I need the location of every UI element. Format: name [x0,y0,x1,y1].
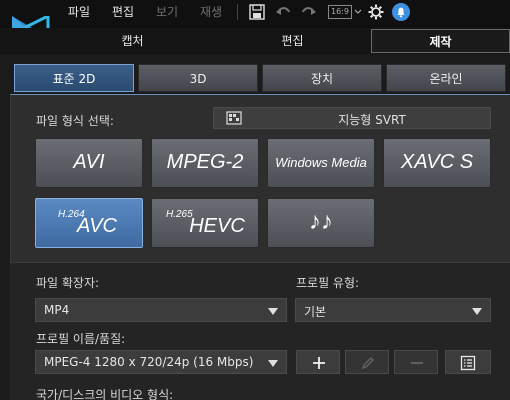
format-audio-button[interactable]: ♪♪ [267,198,375,248]
profile-details-button[interactable] [445,350,491,374]
chevron-down-icon [268,360,278,367]
profile-type-value: 기본 [304,305,327,319]
notification-bell-icon[interactable] [392,3,410,21]
chevron-down-icon [472,308,482,315]
menu-edit[interactable]: 편집 [112,3,134,20]
produce-sub-tabs: 표준 2D 3D 장치 온라인 [0,60,510,94]
pencil-icon [361,357,374,370]
tab-3d[interactable]: 3D [138,64,258,92]
music-notes-icon: ♪♪ [309,208,333,235]
intelligent-svrt-button[interactable]: 지능형 SVRT [213,107,491,129]
format-label: Windows Media [275,155,367,170]
tab-capture[interactable]: 캡처 [60,29,205,53]
tab-standard-2d[interactable]: 표준 2D [14,64,134,92]
tab-device[interactable]: 장치 [262,64,382,92]
aspect-ratio-icon[interactable]: 16:9 [328,5,352,19]
profile-name-label: 프로필 이름/품질: [36,332,126,346]
format-windows-media-button[interactable]: Windows Media [267,138,375,188]
format-label: HEVC [189,215,245,237]
list-details-icon [460,355,476,371]
country-video-format-label: 국가/디스크의 비디오 형식: [36,388,174,400]
undo-icon[interactable] [275,4,291,20]
file-extension-value: MP4 [44,303,70,317]
edit-profile-button[interactable] [345,350,389,374]
tab-produce[interactable]: 제작 [371,29,510,53]
minus-icon [411,362,423,364]
save-icon[interactable] [249,4,265,20]
toolbar-separator [237,4,238,20]
tab-edit[interactable]: 편집 [220,29,365,53]
mode-tab-bar: 캡처 편집 제작 [0,28,510,54]
file-extension-label: 파일 확장자: [36,276,100,290]
format-h264-avc-button[interactable]: H.264 AVC [35,198,143,248]
menu-bar: 파일 편집 보기 재생 16:9 [0,0,510,40]
profile-type-label: 프로필 유형: [296,276,360,290]
tab-online[interactable]: 온라인 [386,64,506,92]
format-h265-hevc-button[interactable]: H.265 HEVC [151,198,259,248]
aspect-dropdown-chevron-icon[interactable] [354,9,362,15]
menu-playback[interactable]: 재생 [200,3,222,20]
format-section-label: 파일 형식 선택: [36,114,114,128]
format-label: XAVC S [400,151,474,173]
profile-name-dropdown[interactable]: MPEG-4 1280 x 720/24p (16 Mbps) [35,350,287,374]
menu-view[interactable]: 보기 [156,3,178,20]
format-label: AVC [76,215,118,237]
format-xavc-s-button[interactable]: XAVC S [383,138,491,188]
format-label: MPEG-2 [166,151,244,173]
delete-profile-button[interactable] [394,350,438,374]
format-mpeg2-button[interactable]: MPEG-2 [151,138,259,188]
settings-gear-icon[interactable] [368,4,384,20]
format-avi-button[interactable]: AVI [35,138,143,188]
file-extension-dropdown[interactable]: MP4 [35,298,287,322]
redo-icon[interactable] [301,4,317,20]
svrt-label: 지능형 SVRT [338,113,406,127]
menu-file[interactable]: 파일 [68,3,90,20]
format-label: AVI [73,151,105,173]
profile-name-value: MPEG-4 1280 x 720/24p (16 Mbps) [44,355,254,369]
add-profile-button[interactable] [296,350,340,374]
plus-icon [313,357,325,369]
profile-type-dropdown[interactable]: 기본 [295,298,491,322]
chevron-down-icon [268,308,278,315]
